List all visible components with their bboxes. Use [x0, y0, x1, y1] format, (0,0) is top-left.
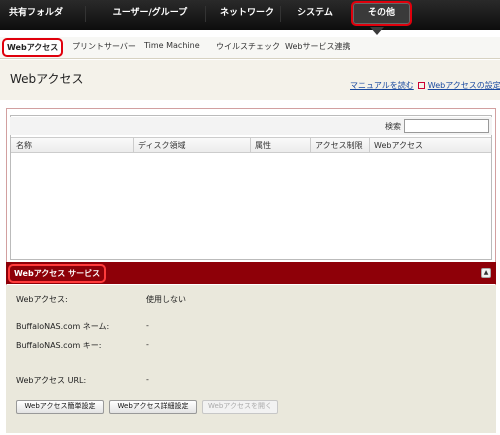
web-access-url-label: Webアクセス URL:: [16, 376, 87, 385]
column-divider: [310, 138, 311, 152]
search-label: 検索: [385, 122, 401, 131]
nav-system[interactable]: システム: [285, 0, 345, 30]
web-access-url-value: -: [146, 375, 149, 384]
nav-divider: [205, 6, 206, 22]
web-access-label: Webアクセス:: [16, 295, 68, 304]
nav-divider: [280, 6, 281, 22]
page-title: Webアクセス: [10, 72, 84, 86]
column-header-name[interactable]: 名称: [16, 140, 32, 151]
nav-network[interactable]: ネットワーク: [212, 0, 282, 30]
subnav-virus-check[interactable]: ウイルスチェック: [216, 41, 280, 52]
nav-users-groups[interactable]: ユーザー/グループ: [100, 0, 200, 30]
column-divider: [369, 138, 370, 152]
top-navigation-bar: 共有フォルダー ユーザー/グループ ネットワーク システム その他: [0, 0, 500, 44]
active-tab-caret-icon: [370, 27, 384, 35]
subnav-time-machine[interactable]: Time Machine: [144, 41, 200, 50]
nav-other[interactable]: その他: [351, 1, 412, 26]
buffalonas-key-value: -: [146, 340, 149, 349]
buffalonas-key-label: BuffaloNAS.com キー:: [16, 341, 102, 350]
column-header-attribute[interactable]: 属性: [255, 140, 271, 151]
settings-help-link[interactable]: Webアクセスの設定: [428, 81, 500, 90]
buffalonas-name-label: BuffaloNAS.com ネーム:: [16, 322, 110, 331]
section-title: Webアクセス サービス: [8, 264, 106, 283]
column-header-disk-area[interactable]: ディスク領域: [138, 140, 185, 151]
external-link-icon: [417, 82, 425, 89]
buffalonas-name-value: -: [146, 321, 149, 330]
column-divider: [133, 138, 134, 152]
detail-setup-button[interactable]: Webアクセス詳細設定: [109, 400, 197, 414]
web-access-value: 使用しない: [146, 295, 186, 304]
open-web-access-button[interactable]: Webアクセスを開く: [202, 400, 278, 414]
nav-divider: [85, 6, 86, 22]
column-header-access-restriction[interactable]: アクセス制限: [315, 140, 363, 151]
sub-navigation-bar: Webアクセス プリントサーバー Time Machine ウイルスチェック W…: [0, 37, 500, 59]
column-divider: [250, 138, 251, 152]
easy-setup-button[interactable]: Webアクセス簡単設定: [16, 400, 104, 414]
subnav-web-access[interactable]: Webアクセス: [2, 38, 64, 57]
subnav-print-server[interactable]: プリントサーバー: [72, 41, 136, 52]
help-links: マニュアルを読む Webアクセスの設定: [350, 80, 500, 91]
manual-link[interactable]: マニュアルを読む: [350, 81, 414, 90]
subnav-web-service[interactable]: Webサービス連携: [285, 41, 350, 52]
nav-shared-folders[interactable]: 共有フォルダー: [6, 0, 66, 44]
search-input[interactable]: [404, 119, 489, 133]
column-header-web-access[interactable]: Webアクセス: [374, 140, 423, 151]
collapse-icon[interactable]: ▲: [481, 268, 491, 278]
